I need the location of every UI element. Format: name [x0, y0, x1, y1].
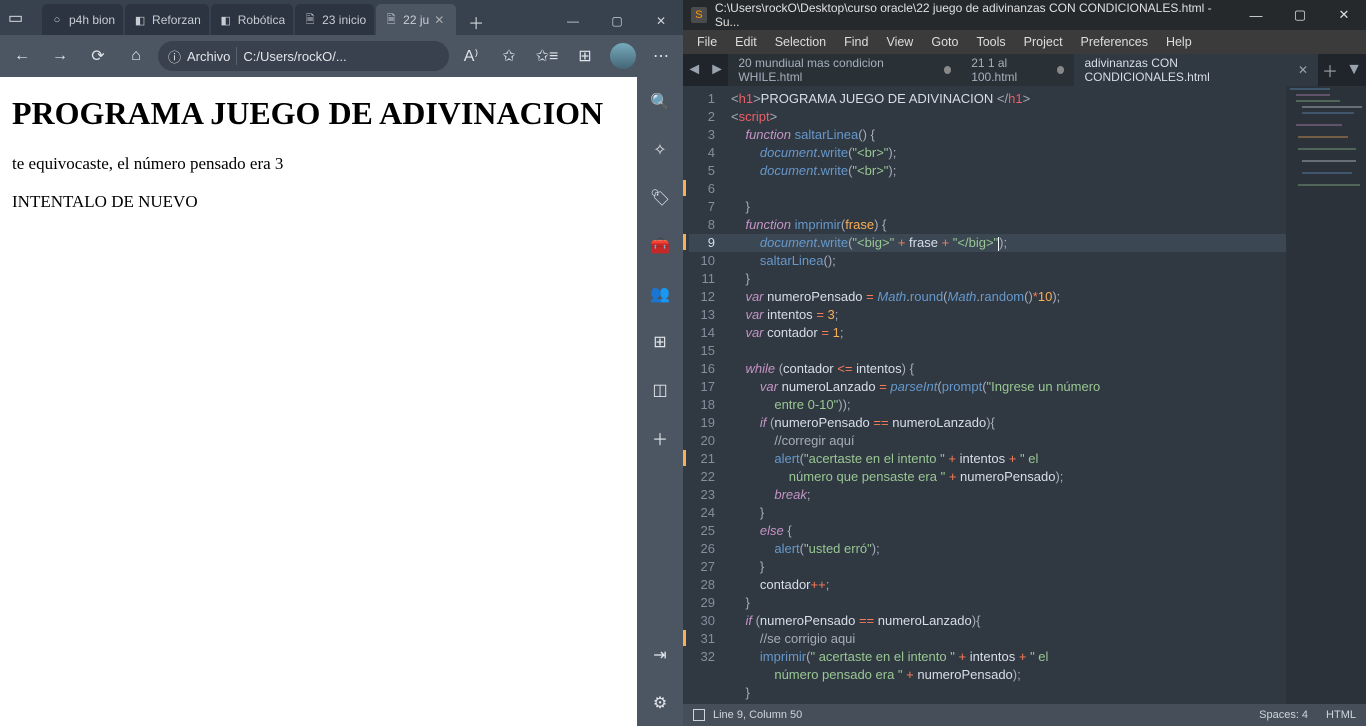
home-button[interactable]: ⌂	[120, 40, 152, 72]
tab-label: p4h bion	[69, 13, 115, 27]
separator	[236, 47, 237, 65]
menu-file[interactable]: File	[689, 32, 725, 52]
minimap[interactable]	[1286, 86, 1366, 704]
sublime-icon: S	[691, 7, 707, 23]
close-icon[interactable]: ✕	[434, 13, 448, 27]
window-controls: ― ▢ ✕	[551, 6, 683, 36]
syntax-lang[interactable]: HTML	[1326, 709, 1356, 721]
browser-tab[interactable]: 🗎 23 inicio	[295, 4, 374, 36]
editor-titlebar: S C:\Users\rockO\Desktop\curso oracle\22…	[683, 0, 1366, 30]
refresh-button[interactable]: ⟳	[82, 40, 114, 72]
indent-spaces[interactable]: Spaces: 4	[1259, 709, 1308, 721]
tab-label: 23 inicio	[322, 13, 366, 27]
maximize-button[interactable]: ▢	[1278, 0, 1322, 30]
tab-dropdown-button[interactable]: ▼	[1342, 54, 1366, 86]
outlook-icon[interactable]: ◫	[649, 379, 671, 401]
dirty-indicator-icon	[1057, 66, 1064, 74]
menu-edit[interactable]: Edit	[727, 32, 765, 52]
panel-switcher-icon[interactable]	[693, 709, 705, 721]
tab-label: 21 1 al 100.html	[971, 56, 1051, 84]
minimize-button[interactable]: ―	[551, 6, 595, 36]
new-file-button[interactable]: ＋	[1318, 54, 1342, 86]
browser-tab[interactable]: ◧ Robótica	[211, 4, 293, 36]
cursor-position[interactable]: Line 9, Column 50	[713, 709, 802, 721]
favorite-button[interactable]: ✩	[493, 40, 525, 72]
code-lines[interactable]: <h1>PROGRAMA JUEGO DE ADIVINACION </h1><…	[725, 86, 1286, 704]
add-sidebar-icon[interactable]: ＋	[649, 427, 671, 449]
info-icon[interactable]: ⓘ	[168, 47, 181, 66]
rendered-page: PROGRAMA JUEGO DE ADIVINACION te equivoc…	[0, 77, 637, 726]
tab-favicon-icon: 🗎	[384, 13, 398, 27]
menu-goto[interactable]: Goto	[923, 32, 966, 52]
address-protocol: Archivo	[187, 49, 230, 64]
tab-label: Reforzan	[152, 13, 201, 27]
editor-menubar: FileEditSelectionFindViewGotoToolsProjec…	[683, 30, 1366, 54]
editor-window-controls: ― ▢ ✕	[1234, 0, 1366, 30]
code-area[interactable]: 1234567891011121314151617181920212223242…	[683, 86, 1366, 704]
tag-icon[interactable]: 🏷	[649, 187, 671, 209]
tab-label: 20 mundiual mas condicion WHILE.html	[738, 56, 937, 84]
browser-toolbar: ← → ⟳ ⌂ ⓘ Archivo C:/Users/rockO/... A⁾ …	[0, 35, 683, 77]
games-icon[interactable]: 👥	[649, 283, 671, 305]
read-aloud-button[interactable]: A⁾	[455, 40, 487, 72]
menu-find[interactable]: Find	[836, 32, 876, 52]
profile-avatar[interactable]	[607, 40, 639, 72]
tab-favicon-icon: ○	[50, 13, 64, 27]
editor-title: C:\Users\rockO\Desktop\curso oracle\22 j…	[715, 1, 1234, 29]
menu-preferences[interactable]: Preferences	[1073, 32, 1156, 52]
editor-statusbar: Line 9, Column 50 Spaces: 4 HTML	[683, 704, 1366, 726]
page-text-1: te equivocaste, el número pensado era 3	[12, 154, 625, 174]
back-button[interactable]: ←	[6, 40, 38, 72]
edge-browser-window: ▭ ○p4h bion◧Reforzan◧Robótica🗎23 inicio🗎…	[0, 0, 683, 726]
dirty-indicator-icon	[944, 66, 952, 74]
tab-actions-icon[interactable]: ▭	[8, 8, 23, 28]
close-button[interactable]: ✕	[639, 6, 683, 36]
browser-tab-strip: ▭ ○p4h bion◧Reforzan◧Robótica🗎23 inicio🗎…	[0, 0, 683, 36]
tab-favicon-icon: ◧	[133, 13, 147, 27]
favorites-bar-button[interactable]: ✩≡	[531, 40, 563, 72]
tab-label: adivinanzas CON CONDICIONALES.html	[1084, 56, 1291, 84]
address-bar[interactable]: ⓘ Archivo C:/Users/rockO/...	[158, 41, 449, 71]
tab-favicon-icon: ◧	[219, 13, 233, 27]
menu-view[interactable]: View	[878, 32, 921, 52]
line-numbers: 1234567891011121314151617181920212223242…	[689, 86, 725, 704]
sublime-text-window: S C:\Users\rockO\Desktop\curso oracle\22…	[683, 0, 1366, 726]
browser-tab[interactable]: ◧ Reforzan	[125, 4, 209, 36]
modification-gutter	[683, 86, 689, 704]
shopping-icon[interactable]: ✧	[649, 139, 671, 161]
editor-tab-strip: ◄ ► 20 mundiual mas condicion WHILE.html…	[683, 54, 1366, 86]
tab-scroll-left[interactable]: ◄	[683, 54, 706, 86]
page-text-2: INTENTALO DE NUEVO	[12, 192, 625, 212]
close-button[interactable]: ✕	[1322, 0, 1366, 30]
office-icon[interactable]: ⊞	[649, 331, 671, 353]
maximize-button[interactable]: ▢	[595, 6, 639, 36]
tab-label: 22 ju	[403, 13, 429, 27]
edge-sidebar: 🔍 ✧ 🏷 🧰 👥 ⊞ ◫ ＋ ⇥ ⚙	[637, 77, 683, 726]
browser-body: PROGRAMA JUEGO DE ADIVINACION te equivoc…	[0, 77, 683, 726]
page-title: PROGRAMA JUEGO DE ADIVINACION	[12, 95, 625, 132]
browser-tab[interactable]: 🗎 22 ju ✕	[376, 4, 456, 36]
hide-sidebar-icon[interactable]: ⇥	[649, 644, 671, 666]
editor-tab[interactable]: 20 mundiual mas condicion WHILE.html	[728, 54, 961, 86]
tools-icon[interactable]: 🧰	[649, 235, 671, 257]
address-path: C:/Users/rockO/...	[243, 49, 346, 64]
menu-tools[interactable]: Tools	[968, 32, 1013, 52]
minimize-button[interactable]: ―	[1234, 0, 1278, 30]
tab-scroll-right[interactable]: ►	[706, 54, 729, 86]
browser-tab[interactable]: ○ p4h bion	[42, 4, 123, 36]
tab-label: Robótica	[238, 13, 285, 27]
settings-icon[interactable]: ⚙	[649, 692, 671, 714]
editor-tab[interactable]: adivinanzas CON CONDICIONALES.html ✕	[1074, 54, 1318, 86]
close-icon[interactable]: ✕	[1298, 63, 1308, 77]
tab-favicon-icon: 🗎	[303, 13, 317, 27]
collections-button[interactable]: ⊞	[569, 40, 601, 72]
menu-help[interactable]: Help	[1158, 32, 1200, 52]
more-button[interactable]: ⋯	[645, 40, 677, 72]
search-icon[interactable]: 🔍	[649, 91, 671, 113]
forward-button[interactable]: →	[44, 40, 76, 72]
new-tab-button[interactable]: ＋	[462, 8, 490, 36]
editor-tab[interactable]: 21 1 al 100.html	[961, 54, 1074, 86]
menu-project[interactable]: Project	[1016, 32, 1071, 52]
menu-selection[interactable]: Selection	[767, 32, 834, 52]
